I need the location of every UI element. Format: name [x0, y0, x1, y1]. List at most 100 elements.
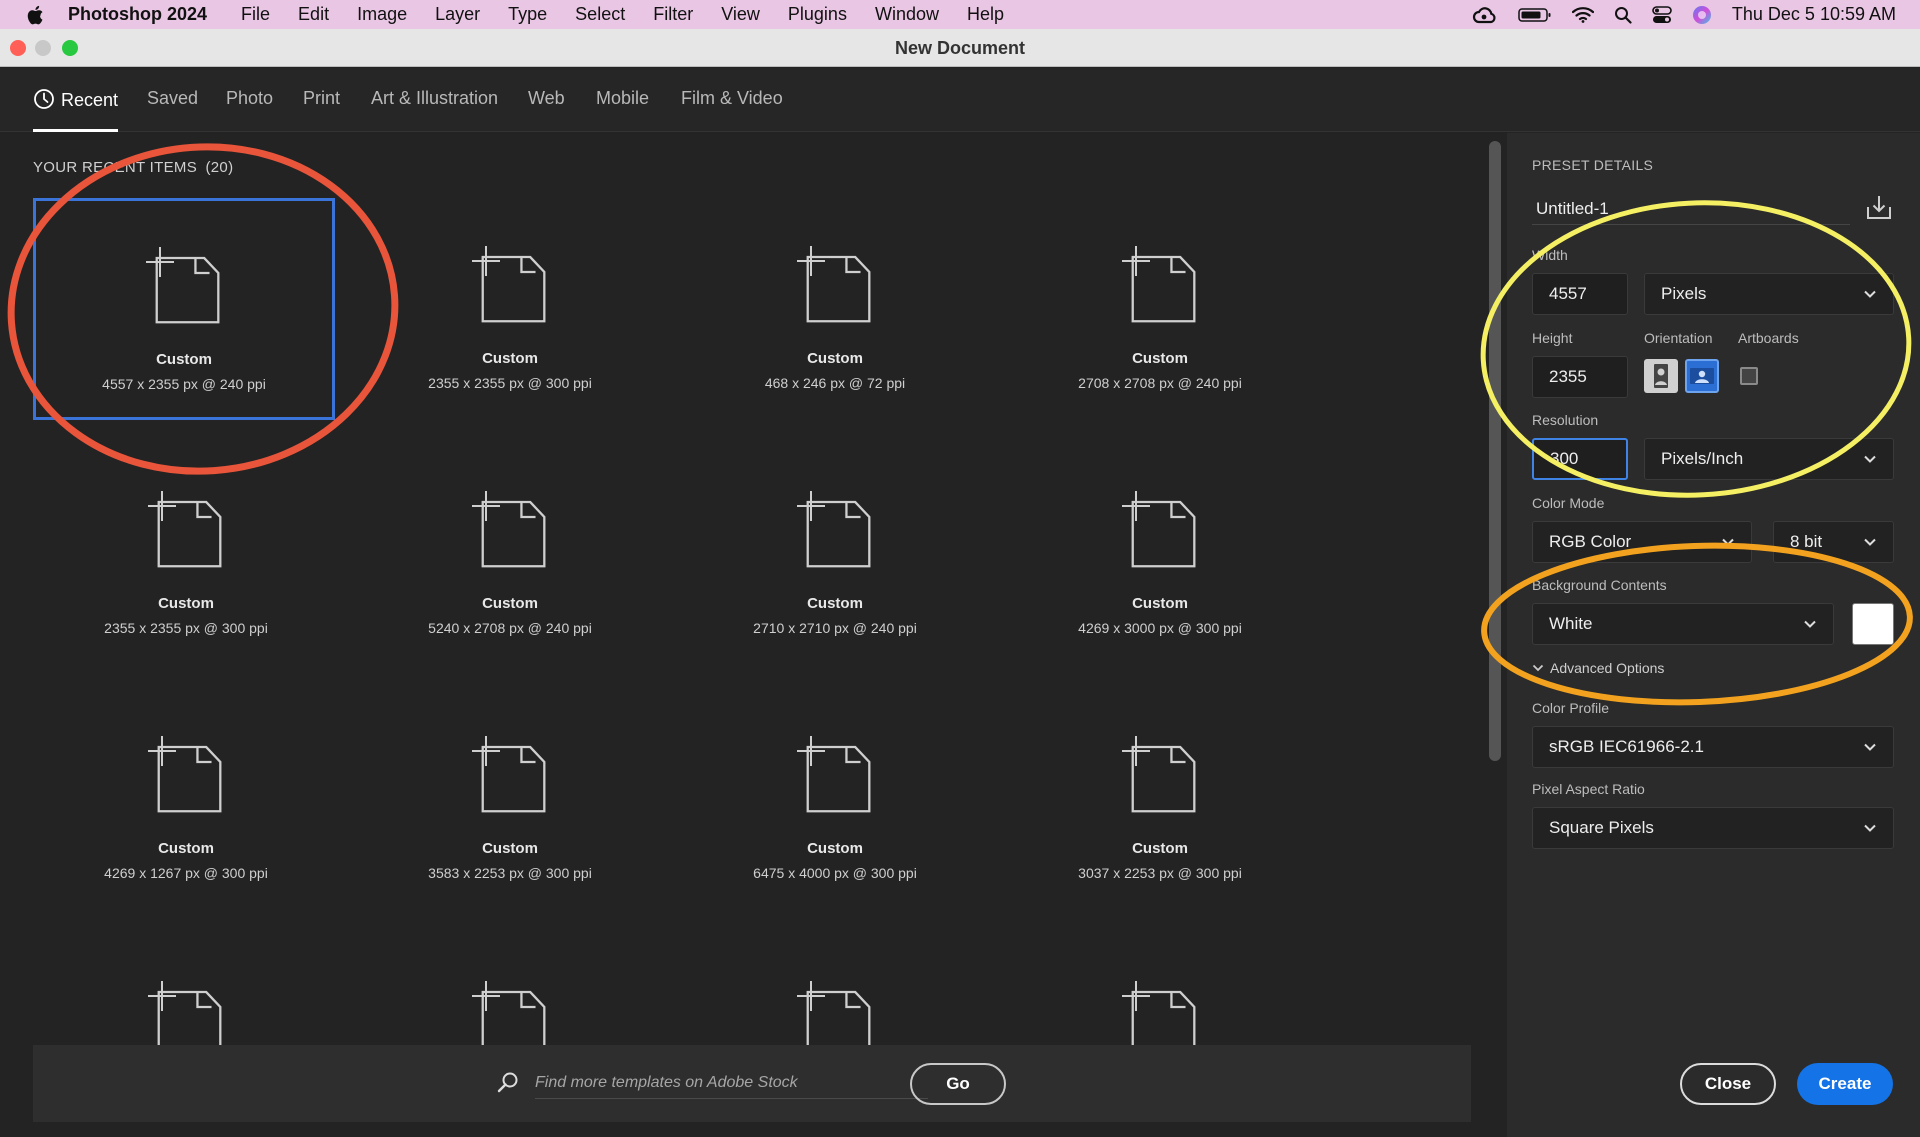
menu-window[interactable]: Window — [875, 4, 939, 25]
menu-view[interactable]: View — [721, 4, 760, 25]
preset-category-tabs: Recent Saved Photo Print Art & Illustrat… — [0, 68, 1920, 132]
color-profile-label: Color Profile — [1532, 700, 1610, 716]
height-input[interactable]: 2355 — [1532, 356, 1628, 398]
recent-item-card-partial[interactable] — [1009, 935, 1311, 1045]
menu-layer[interactable]: Layer — [435, 4, 480, 25]
width-input[interactable]: 4557 — [1532, 273, 1628, 315]
document-icon — [454, 228, 566, 343]
recent-item-card[interactable]: Custom 5240 x 2708 px @ 240 ppi — [359, 445, 661, 667]
document-icon — [1104, 228, 1216, 343]
creative-cloud-icon[interactable] — [1472, 5, 1498, 25]
recent-item-card-partial[interactable] — [35, 935, 337, 1045]
recent-items-panel: YOUR RECENT ITEMS (20) Custom 4557 x 2355… — [0, 133, 1506, 1137]
menu-file[interactable]: File — [241, 4, 270, 25]
tab-print[interactable]: Print — [303, 88, 340, 132]
landscape-icon — [1690, 368, 1714, 384]
background-color-swatch[interactable] — [1852, 603, 1894, 645]
document-icon — [130, 473, 242, 588]
adobe-stock-search-bar: Go — [33, 1045, 1471, 1122]
recent-item-card[interactable]: Custom 2708 x 2708 px @ 240 ppi — [1009, 200, 1311, 422]
tab-film-video[interactable]: Film & Video — [681, 88, 783, 132]
preset-details-panel: PRESET DETAILS Width 4557 Pixels Height … — [1507, 133, 1920, 1137]
stock-search-input[interactable] — [535, 1067, 928, 1099]
tab-recent-label: Recent — [61, 90, 119, 110]
color-profile-select[interactable]: sRGB IEC61966-2.1 — [1532, 726, 1894, 768]
recent-item-card[interactable]: Custom 468 x 246 px @ 72 ppi — [684, 200, 986, 422]
resolution-input[interactable]: 300 — [1532, 438, 1628, 480]
spotlight-search-icon[interactable] — [1614, 6, 1632, 24]
recent-item-card[interactable]: Custom 4269 x 1267 px @ 300 ppi — [35, 690, 337, 912]
background-contents-value: White — [1549, 614, 1593, 633]
macos-menu-bar: Photoshop 2024 File Edit Image Layer Typ… — [0, 0, 1920, 29]
menubar-clock[interactable]: Thu Dec 5 10:59 AM — [1732, 4, 1896, 25]
tab-web[interactable]: Web — [528, 88, 565, 132]
portrait-icon — [1654, 364, 1668, 388]
control-center-icon[interactable] — [1652, 5, 1672, 24]
recent-item-name: Custom — [156, 351, 212, 368]
recent-item-name: Custom — [1132, 350, 1188, 367]
tab-art-illustration[interactable]: Art & Illustration — [371, 88, 498, 132]
recent-item-card[interactable]: Custom 4269 x 3000 px @ 300 ppi — [1009, 445, 1311, 667]
color-mode-label: Color Mode — [1532, 495, 1605, 511]
advanced-options-toggle[interactable]: Advanced Options — [1532, 660, 1664, 676]
menu-edit[interactable]: Edit — [298, 4, 329, 25]
recent-item-name: Custom — [158, 595, 214, 612]
recent-item-dimensions: 4269 x 3000 px @ 300 ppi — [1078, 620, 1242, 636]
recent-item-card[interactable]: Custom 3583 x 2253 px @ 300 ppi — [359, 690, 661, 912]
recent-items-scrollbar[interactable] — [1489, 141, 1501, 761]
color-mode-value: RGB Color — [1549, 532, 1632, 551]
resolution-unit-select[interactable]: Pixels/Inch — [1644, 438, 1894, 480]
document-name-input[interactable] — [1532, 193, 1850, 225]
recent-item-card[interactable]: Custom 2710 x 2710 px @ 240 ppi — [684, 445, 986, 667]
recent-item-card[interactable]: Custom 4557 x 2355 px @ 240 ppi — [33, 198, 335, 420]
app-menu[interactable]: Photoshop 2024 — [68, 4, 207, 25]
color-mode-select[interactable]: RGB Color — [1532, 521, 1752, 563]
recent-item-card[interactable]: Custom 2355 x 2355 px @ 300 ppi — [359, 200, 661, 422]
width-unit-select[interactable]: Pixels — [1644, 273, 1894, 315]
recent-item-card[interactable]: Custom 2355 x 2355 px @ 300 ppi — [35, 445, 337, 667]
recent-item-dimensions: 2355 x 2355 px @ 300 ppi — [428, 375, 592, 391]
wifi-icon[interactable] — [1571, 6, 1594, 23]
menu-plugins[interactable]: Plugins — [788, 4, 847, 25]
document-icon — [454, 718, 566, 833]
create-button[interactable]: Create — [1797, 1063, 1893, 1105]
width-label: Width — [1532, 247, 1568, 263]
color-profile-value: sRGB IEC61966-2.1 — [1549, 737, 1704, 756]
chevron-down-icon — [1864, 743, 1876, 751]
menu-help[interactable]: Help — [967, 4, 1004, 25]
bit-depth-select[interactable]: 8 bit — [1773, 521, 1894, 563]
artboards-checkbox[interactable] — [1740, 367, 1758, 385]
recent-item-card[interactable]: Custom 3037 x 2253 px @ 300 ppi — [1009, 690, 1311, 912]
save-preset-icon[interactable] — [1864, 193, 1894, 223]
pixel-aspect-ratio-select[interactable]: Square Pixels — [1532, 807, 1894, 849]
menu-filter[interactable]: Filter — [653, 4, 693, 25]
document-icon — [454, 963, 566, 1045]
tab-photo[interactable]: Photo — [226, 88, 273, 132]
background-contents-select[interactable]: White — [1532, 603, 1834, 645]
landscape-orientation-button[interactable] — [1685, 359, 1719, 393]
preset-details-heading: PRESET DETAILS — [1532, 157, 1654, 173]
go-button[interactable]: Go — [910, 1063, 1006, 1105]
recent-item-dimensions: 4557 x 2355 px @ 240 ppi — [102, 376, 266, 392]
window-title: New Document — [894, 38, 1026, 58]
artboards-label: Artboards — [1738, 330, 1799, 346]
recent-item-dimensions: 2710 x 2710 px @ 240 ppi — [753, 620, 917, 636]
tab-saved[interactable]: Saved — [147, 88, 198, 132]
menu-type[interactable]: Type — [508, 4, 547, 25]
battery-icon[interactable] — [1518, 7, 1552, 23]
portrait-orientation-button[interactable] — [1644, 359, 1678, 393]
menu-image[interactable]: Image — [357, 4, 407, 25]
recent-item-card-partial[interactable] — [359, 935, 661, 1045]
recent-heading-label: YOUR RECENT ITEMS — [33, 159, 198, 176]
recent-item-card[interactable]: Custom 6475 x 4000 px @ 300 ppi — [684, 690, 986, 912]
apple-menu-icon[interactable] — [0, 4, 68, 26]
recent-items-heading: YOUR RECENT ITEMS (20) — [33, 159, 233, 176]
recent-item-card-partial[interactable] — [684, 935, 986, 1045]
orientation-label: Orientation — [1644, 330, 1713, 346]
tab-mobile[interactable]: Mobile — [596, 88, 649, 132]
close-button[interactable]: Close — [1680, 1063, 1776, 1105]
recent-item-name: Custom — [1132, 595, 1188, 612]
menu-select[interactable]: Select — [575, 4, 625, 25]
siri-icon[interactable] — [1692, 5, 1712, 25]
tab-recent[interactable]: Recent — [33, 88, 119, 132]
